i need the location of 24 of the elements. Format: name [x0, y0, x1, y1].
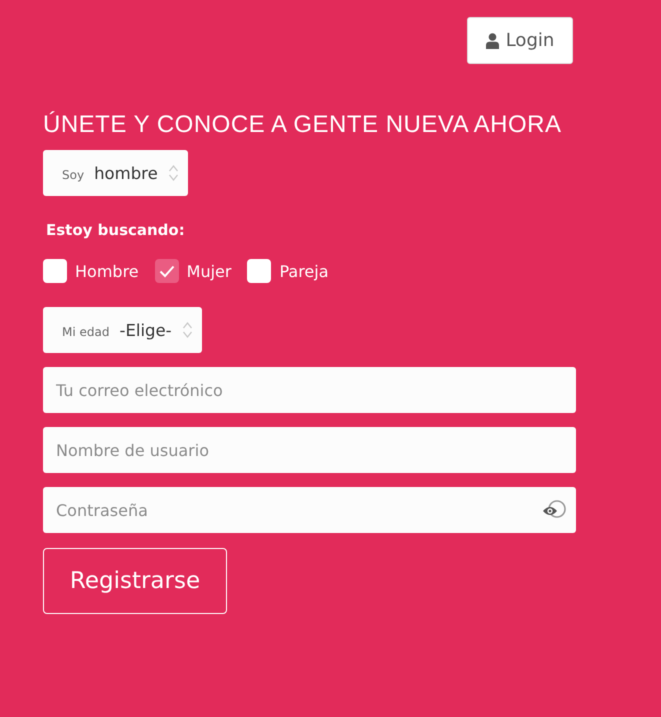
select-value: hombre	[94, 164, 158, 182]
checkbox[interactable]	[154, 259, 179, 283]
select-label: Mi edad	[62, 325, 110, 339]
seeking-label: Estoy buscando:	[46, 221, 185, 239]
input-field[interactable]: Tu correo electrónico	[43, 367, 576, 413]
eye-icon[interactable]	[542, 499, 566, 521]
check-icon	[158, 264, 175, 278]
age-select[interactable]: Mi edad -Elige-	[43, 307, 202, 353]
chevron-icon	[168, 164, 179, 182]
checkbox-label[interactable]: Mujer	[186, 262, 232, 280]
form-title: ÚNETE Y CONOCE A GENTE NUEVA AHORA	[43, 112, 562, 138]
user-icon	[486, 32, 499, 48]
gender-select[interactable]: Soy hombre	[43, 150, 188, 196]
checkbox[interactable]	[43, 259, 67, 283]
select-value: -Elige-	[119, 320, 172, 340]
register-button[interactable]: Registrarse	[43, 548, 227, 614]
login-button[interactable]: Login	[467, 17, 573, 64]
checkbox-label[interactable]: Pareja	[279, 262, 329, 280]
select-label: Soy	[62, 168, 84, 182]
chevron-icon	[182, 321, 193, 339]
checkbox-label[interactable]: Hombre	[75, 262, 139, 280]
password-field[interactable]: Contraseña	[43, 487, 576, 533]
input-field[interactable]: Nombre de usuario	[43, 427, 576, 473]
checkbox[interactable]	[247, 259, 272, 283]
